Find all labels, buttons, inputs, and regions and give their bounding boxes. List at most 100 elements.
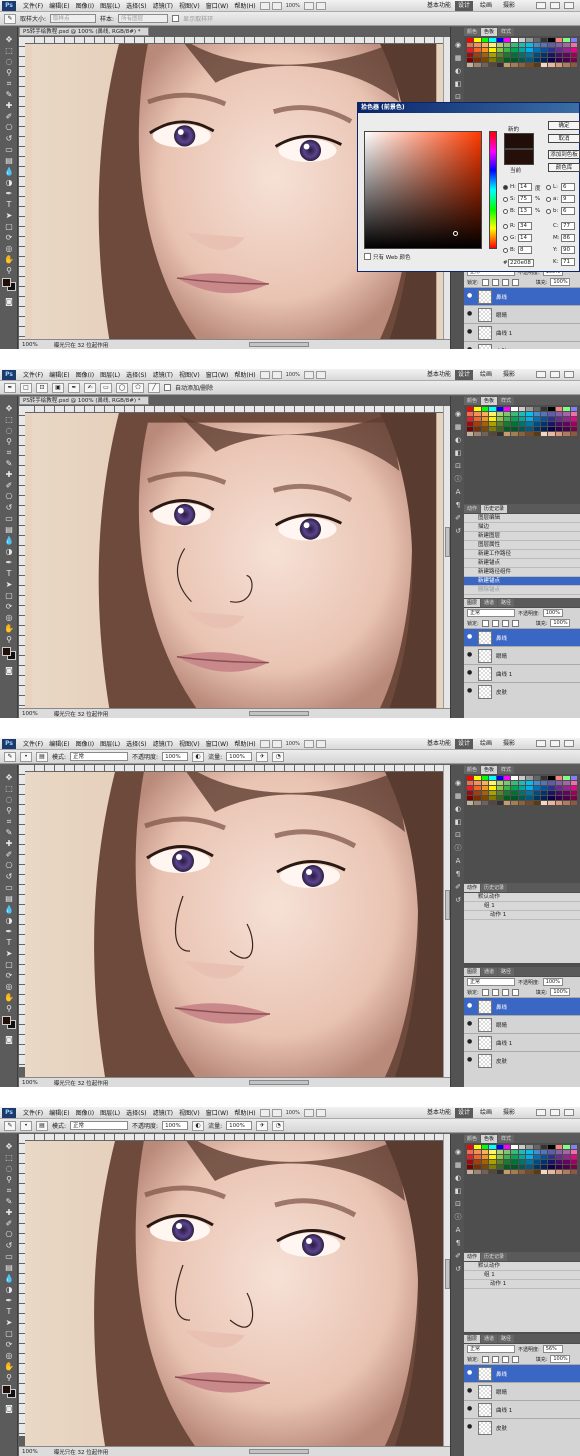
opacity-field[interactable]: 100%: [162, 752, 189, 761]
swatch[interactable]: [548, 1165, 555, 1169]
shape-tool-icon[interactable]: ▢: [3, 591, 15, 600]
hue-radio[interactable]: [503, 185, 508, 190]
red-radio[interactable]: [503, 224, 508, 229]
swatch[interactable]: [481, 412, 489, 416]
clone-stamp-icon[interactable]: ⎔: [3, 1230, 15, 1239]
swatch[interactable]: [570, 412, 577, 416]
h-field[interactable]: 14: [518, 183, 532, 191]
swatch[interactable]: [548, 417, 555, 421]
minibridge-button[interactable]: [271, 1, 282, 10]
history-item[interactable]: 新建工作路径: [464, 550, 580, 559]
swatch[interactable]: [563, 786, 570, 790]
swatch[interactable]: [570, 427, 577, 431]
quick-select-icon[interactable]: ⚲: [3, 437, 15, 446]
path-select-icon[interactable]: ➤: [3, 949, 15, 958]
hand-tool-icon[interactable]: ✋: [3, 993, 15, 1002]
brightness-radio[interactable]: [503, 209, 508, 214]
layer-row[interactable]: ● 曲线 1: [464, 664, 580, 682]
paths-icon[interactable]: ⊡: [36, 382, 48, 393]
swatch[interactable]: [496, 1145, 503, 1149]
tab-actions[interactable]: 动作: [464, 505, 481, 513]
lock-image-icon[interactable]: [491, 278, 499, 286]
opacity-pressure-icon[interactable]: ◐: [192, 751, 205, 762]
bridge-button[interactable]: [259, 1108, 270, 1117]
workspace-painting[interactable]: 绘画: [477, 739, 495, 749]
blend-mode-select[interactable]: 正常: [467, 609, 515, 617]
status-zoom[interactable]: 100%: [22, 342, 38, 348]
minimize-icon[interactable]: [536, 740, 546, 747]
swatch[interactable]: [548, 58, 555, 62]
hand-tool-button[interactable]: [303, 1, 314, 10]
layer-row[interactable]: ● 皮肤: [464, 682, 580, 700]
menu-layer[interactable]: 图层(L): [97, 370, 123, 379]
swatch[interactable]: [541, 1145, 548, 1149]
swatch[interactable]: [570, 407, 577, 411]
swatch[interactable]: [496, 781, 503, 785]
menu-select[interactable]: 选择(S): [123, 1, 150, 10]
swatch[interactable]: [563, 422, 570, 426]
close-icon[interactable]: [564, 371, 574, 378]
swatch[interactable]: [526, 432, 533, 436]
swatch[interactable]: [548, 796, 555, 800]
visibility-eye-icon[interactable]: ●: [467, 670, 473, 676]
swatch[interactable]: [504, 43, 511, 47]
pen-preset-icon[interactable]: ✒: [4, 382, 16, 393]
swatch[interactable]: [489, 58, 496, 62]
swatch[interactable]: [570, 801, 577, 805]
swatch[interactable]: [496, 38, 503, 42]
fill-field[interactable]: 100%: [550, 619, 571, 627]
vertical-scrollbar[interactable]: [443, 406, 450, 708]
eraser-tool-icon[interactable]: ▭: [3, 145, 15, 154]
swatch[interactable]: [548, 1155, 555, 1159]
swatch[interactable]: [518, 796, 526, 800]
swatch[interactable]: [548, 63, 555, 67]
eraser-tool-icon[interactable]: ▭: [3, 883, 15, 892]
menu-filter[interactable]: 滤镜(T): [150, 370, 176, 379]
eraser-tool-icon[interactable]: ▭: [3, 514, 15, 523]
line-shape-icon[interactable]: ╱: [148, 382, 160, 393]
masks-icon[interactable]: ◧: [453, 818, 463, 827]
swatch[interactable]: [563, 796, 570, 800]
menu-select[interactable]: 选择(S): [123, 370, 150, 379]
swatch[interactable]: [467, 1165, 474, 1169]
swatch[interactable]: [555, 427, 563, 431]
opacity-pressure-icon[interactable]: ◐: [192, 1120, 205, 1131]
fill-field[interactable]: 100%: [550, 988, 571, 996]
menu-help[interactable]: 帮助(H): [231, 1108, 258, 1117]
layer-row[interactable]: ● 鼻线: [464, 997, 580, 1015]
swatch[interactable]: [489, 1160, 496, 1164]
a-field[interactable]: 9: [561, 195, 575, 203]
swatch[interactable]: [474, 407, 481, 411]
workspace-design[interactable]: 设计: [455, 1108, 474, 1118]
crop-tool-icon[interactable]: ⌗: [3, 1186, 15, 1195]
swatch[interactable]: [474, 422, 481, 426]
swatch[interactable]: [533, 791, 540, 795]
history-panel-icon[interactable]: ↺: [453, 896, 463, 905]
swatch[interactable]: [526, 58, 533, 62]
quick-mask-icon[interactable]: ◙: [3, 1035, 15, 1044]
swatch[interactable]: [533, 412, 540, 416]
brush-preset-icon[interactable]: ✎: [4, 1120, 16, 1131]
swatch[interactable]: [541, 1155, 548, 1159]
history-item-selected[interactable]: 新建锚点: [464, 577, 580, 586]
swatch[interactable]: [481, 1160, 489, 1164]
swatch[interactable]: [555, 58, 563, 62]
menu-file[interactable]: 文件(F): [20, 1, 46, 10]
add-to-swatches-button[interactable]: 添加到色板: [548, 150, 580, 159]
foreground-color-swatch[interactable]: [2, 647, 11, 656]
zoom-tool-icon[interactable]: ⚲: [3, 635, 15, 644]
tab-channels[interactable]: 通道: [481, 599, 498, 607]
sample-select[interactable]: 所有图层: [118, 14, 169, 23]
swatch[interactable]: [563, 1150, 570, 1154]
history-brush-icon[interactable]: ↺: [3, 872, 15, 881]
swatch[interactable]: [563, 407, 570, 411]
workspace-basic[interactable]: 基本功能: [424, 1, 454, 11]
menu-edit[interactable]: 编辑(E): [46, 1108, 72, 1117]
swatch[interactable]: [563, 1170, 570, 1174]
swatch[interactable]: [533, 417, 540, 421]
swatch[interactable]: [555, 63, 563, 67]
foreground-color-swatch[interactable]: [2, 1385, 11, 1394]
mode-select[interactable]: 正常: [70, 1121, 129, 1130]
swatch[interactable]: [518, 58, 526, 62]
brush-tool-icon[interactable]: ✐: [3, 1219, 15, 1228]
